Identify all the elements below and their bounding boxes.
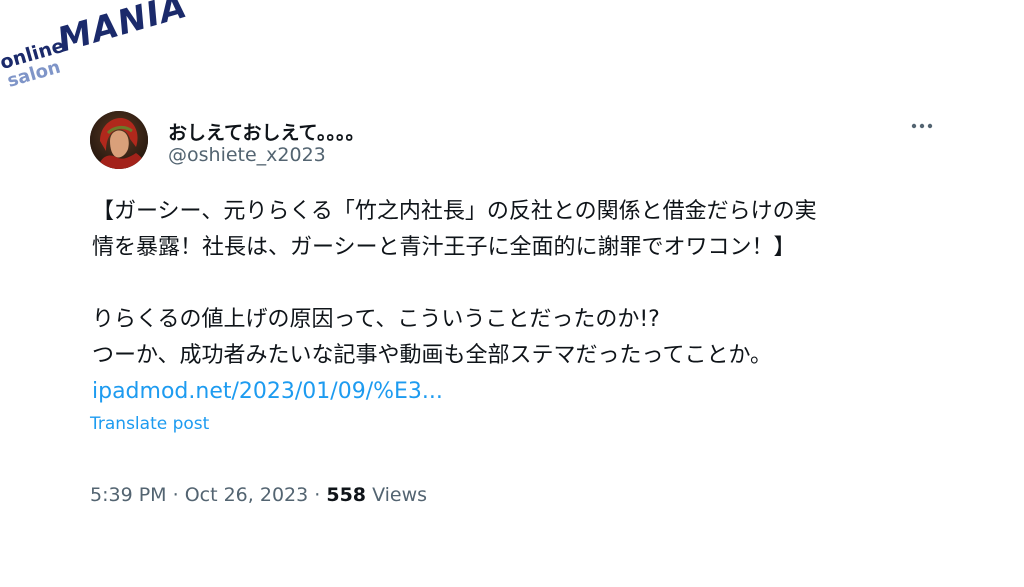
- tweet-body-line: りらくるの値上げの原因って、こういうことだったのか!?: [92, 307, 660, 332]
- tweet-body-line: 【ガーシー、元りらくる「竹之内社長」の反社との関係と借金だらけの実: [92, 199, 817, 224]
- avatar[interactable]: [90, 111, 148, 169]
- article-link[interactable]: ipadmod.net/2023/01/09/%E3...: [92, 379, 443, 404]
- author-display-name[interactable]: おしえておしえて。。。。: [168, 118, 364, 145]
- tweet-body-line: つーか、成功者みたいな記事や動画も全部ステマだったってことか。: [92, 343, 773, 368]
- page: online salon MANIA おしえておしえて。。。。 @oshiete…: [0, 0, 1024, 587]
- logo-mania-text: MANIA: [53, 0, 192, 61]
- meta-separator: ·: [172, 484, 179, 506]
- tweet-meta: 5:39 PM · Oct 26, 2023 · 558 Views: [90, 484, 427, 506]
- more-horizontal-icon: [911, 123, 933, 129]
- tweet-body-line: 情を暴露！社長は、ガーシーと青汁王子に全面的に謝罪でオワコン！】: [92, 235, 796, 260]
- tweet-time[interactable]: 5:39 PM: [90, 484, 167, 506]
- author-handle[interactable]: @oshiete_x2023: [168, 144, 326, 166]
- views-label: Views: [372, 484, 428, 506]
- avatar-portrait-icon: [90, 111, 148, 169]
- online-salon-mania-logo: online salon MANIA: [0, 0, 192, 104]
- tweet-body: 【ガーシー、元りらくる「竹之内社長」の反社との関係と借金だらけの実 情を暴露！社…: [92, 194, 942, 410]
- tweet-date[interactable]: Oct 26, 2023: [185, 484, 309, 506]
- meta-separator: ·: [314, 484, 321, 506]
- views-count[interactable]: 558: [326, 484, 366, 506]
- more-options-button[interactable]: [908, 116, 936, 136]
- translate-post-link[interactable]: Translate post: [90, 414, 209, 434]
